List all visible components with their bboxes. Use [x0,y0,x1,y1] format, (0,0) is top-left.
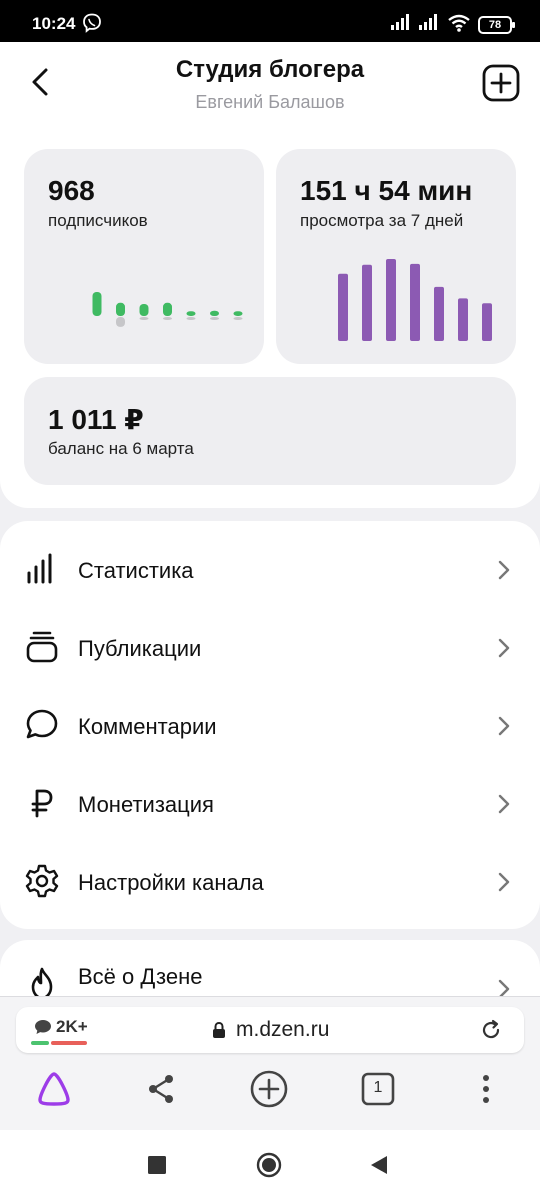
back-triangle-icon[interactable] [366,1152,392,1178]
viber-icon [83,13,101,33]
signal-icon [419,14,437,30]
new-tab-plus-icon[interactable] [249,1069,289,1109]
comments-count: 2K+ [56,1017,88,1036]
subscribers-loss-bar [186,317,196,320]
bar-chart-icon [27,553,52,584]
page-title: Студия блогера [175,56,365,83]
balance-card[interactable]: 1 011 ₽ баланс на 6 марта [24,377,516,485]
gear-icon [25,864,59,898]
menu-item-label: Комментарии [78,714,217,739]
comments-icon[interactable] [34,1019,52,1035]
subscribers-gain-bar [139,304,149,316]
subscribers-gain-bar [186,311,196,316]
chevron-right-icon [498,716,510,736]
views-bar [482,303,492,341]
alice-icon[interactable] [34,1069,74,1109]
subscribers-gain-bar [92,292,102,316]
views-mini-chart [338,259,492,341]
about-dzen-label: Всё о Дзене [78,964,203,989]
reload-icon[interactable] [480,1019,502,1041]
subscribers-gain-bar [233,311,243,316]
tabs-icon[interactable]: 1 [358,1069,398,1109]
chevron-right-icon [498,638,510,658]
home-circle-icon[interactable] [256,1152,282,1178]
studio-menu: Статистика Публикации Комментарии Монети… [0,521,540,929]
menu-item-label: Настройки канала [78,870,264,895]
comment-bubble-icon [26,709,58,739]
views-bar [434,286,444,341]
menu-item-comments[interactable]: Комментарии [0,687,540,765]
stack-icon [26,631,58,663]
menu-item-publications[interactable]: Публикации [0,609,540,687]
subscribers-loss-bar [233,317,243,320]
menu-item-statistics[interactable]: Статистика [0,531,540,609]
battery-level: 78 [488,19,502,31]
views-bar [410,263,420,341]
browser-bottom-panel: 2K+ m.dzen.ru 1 [0,996,540,1130]
wifi-icon [448,14,470,32]
subscribers-mini-chart [92,292,243,327]
reaction-bar-negative [51,1041,87,1045]
menu-item-label: Статистика [78,558,194,583]
views-bar [386,259,396,341]
status-bar: 10:24 78 [0,0,540,42]
balance-label: баланс на 6 марта [48,439,194,458]
ruble-icon [31,789,53,818]
chevron-right-icon [498,560,510,580]
recents-square-icon[interactable] [144,1152,170,1178]
status-time: 10:24 [32,14,76,33]
views-card[interactable]: 151 ч 54 мин просмотра за 7 дней [276,149,516,364]
menu-item-label: Монетизация [78,792,214,817]
views-bar [458,298,468,341]
balance-amount: 1 011 ₽ [48,404,144,435]
signal-icon [391,14,409,30]
subscribers-gain-bar [116,302,125,316]
chevron-right-icon [498,794,510,814]
views-bar [338,273,348,341]
subscribers-loss-bar [139,317,149,320]
subscribers-loss-bar [210,317,219,320]
battery-icon: 78 [478,16,515,34]
menu-item-monetization[interactable]: Монетизация [0,765,540,843]
reaction-bar-positive [31,1041,49,1045]
tabs-count: 1 [373,1079,383,1096]
subscribers-gain-bar [210,310,219,316]
address-bar[interactable]: 2K+ m.dzen.ru [16,1007,524,1053]
system-nav-bar [0,1130,540,1200]
views-bar [362,264,372,341]
menu-item-label: Публикации [78,636,202,661]
subscribers-card[interactable]: 968 подписчиков [24,149,264,364]
page-subtitle: Евгений Балашов [195,92,345,112]
url-text[interactable]: m.dzen.ru [236,1018,329,1042]
more-vertical-icon[interactable] [466,1069,506,1109]
lock-icon [213,1021,225,1038]
subscribers-gain-bar [163,302,172,316]
add-square-icon[interactable] [482,64,520,102]
menu-item-channel-settings[interactable]: Настройки канала [0,843,540,921]
chevron-right-icon [498,872,510,892]
subscribers-loss-bar [116,317,125,327]
share-icon[interactable] [141,1069,181,1109]
subscribers-loss-bar [163,317,172,320]
